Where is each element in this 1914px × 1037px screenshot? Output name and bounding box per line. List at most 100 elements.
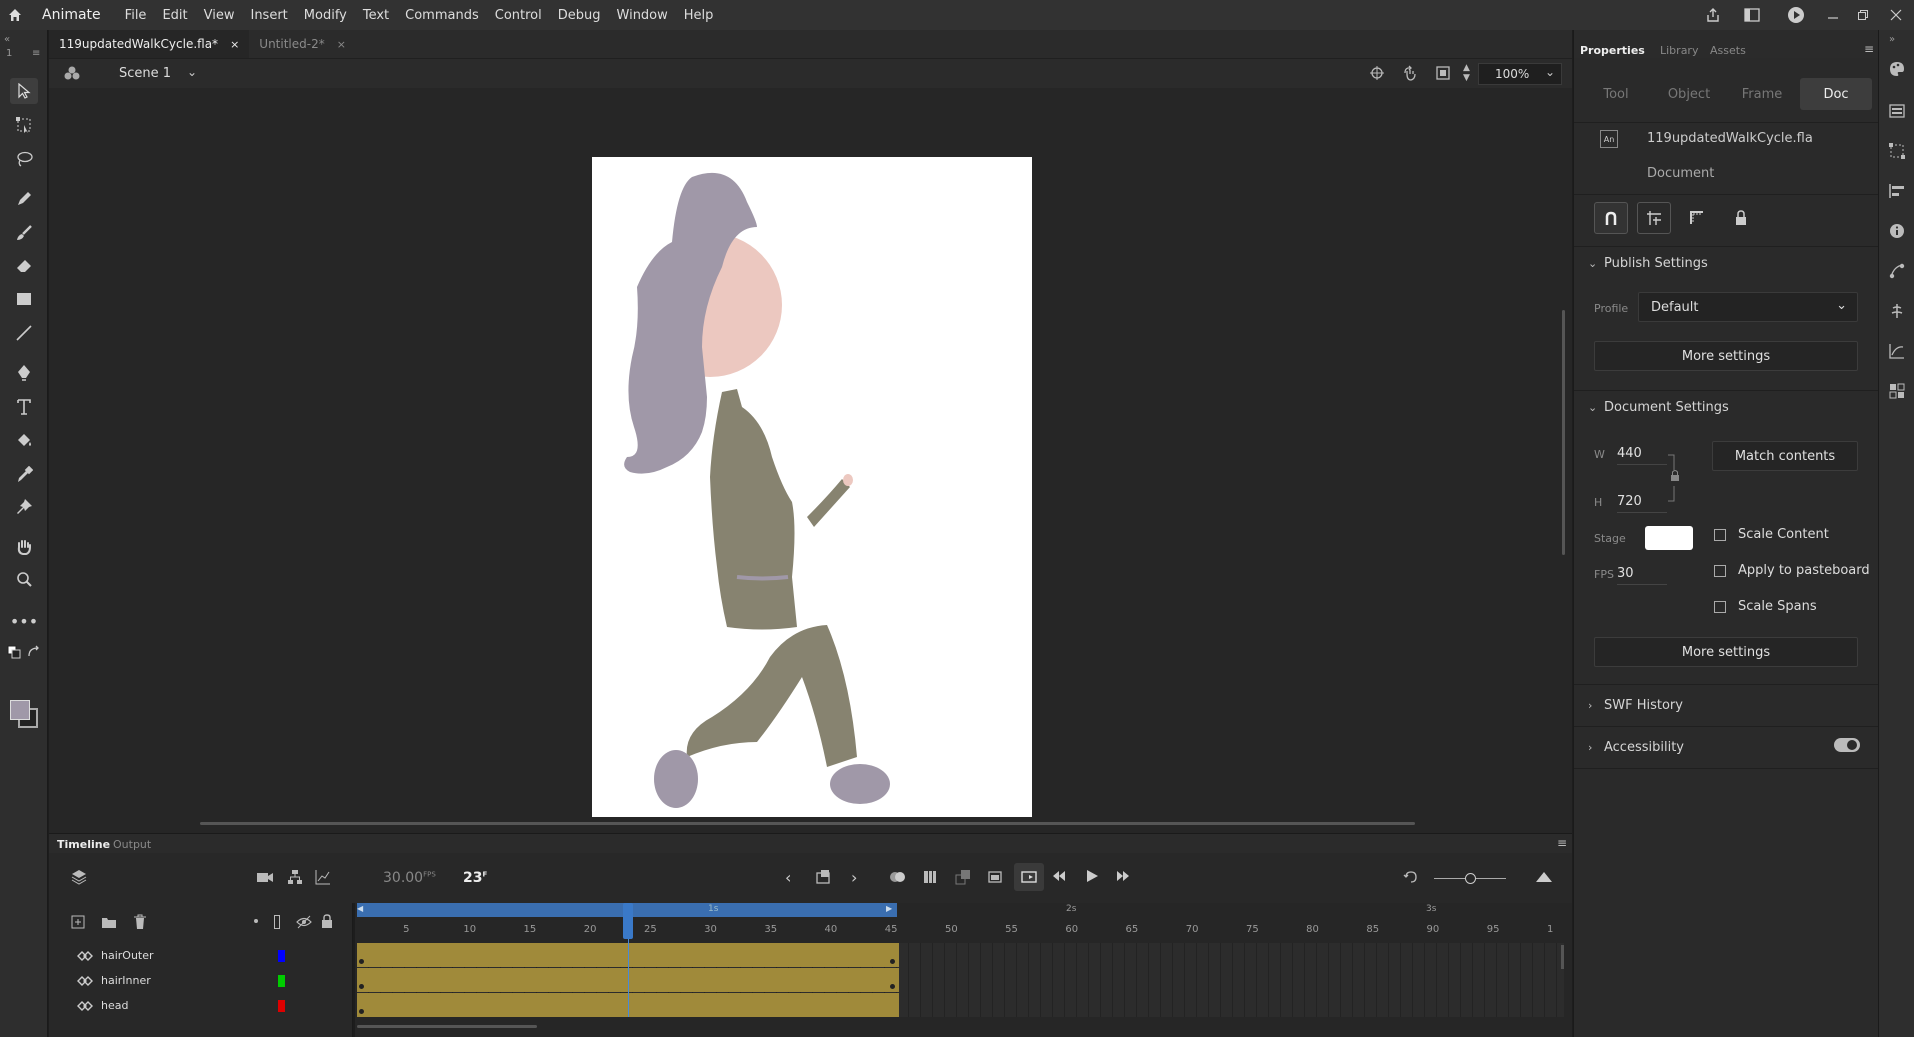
menu-text[interactable]: Text: [355, 8, 397, 23]
layer-color-swatch[interactable]: [278, 999, 285, 1012]
tab-properties[interactable]: Properties: [1580, 44, 1645, 57]
motion-presets-icon[interactable]: [1888, 262, 1906, 280]
current-frame-display[interactable]: 23F: [463, 870, 487, 886]
lasso-tool-icon[interactable]: [10, 146, 38, 172]
step-back-icon[interactable]: [1051, 869, 1067, 883]
workspace-icon[interactable]: [1730, 8, 1774, 22]
walk-cycle-character[interactable]: [592, 157, 1032, 817]
library-panel-icon[interactable]: [1888, 102, 1906, 120]
align-panel-icon[interactable]: [1888, 182, 1906, 200]
range-end-marker-icon[interactable]: ▶: [886, 904, 892, 913]
swf-history-header[interactable]: › SWF History: [1588, 698, 1683, 713]
text-tool-icon[interactable]: [10, 394, 38, 420]
close-tab-icon[interactable]: ×: [337, 38, 346, 51]
checkbox-box[interactable]: [1714, 564, 1726, 577]
tab-output[interactable]: Output: [113, 838, 151, 851]
test-movie-icon[interactable]: [1774, 6, 1818, 24]
prev-keyframe-icon[interactable]: ‹: [785, 868, 791, 887]
match-contents-button[interactable]: Match contents: [1712, 441, 1858, 471]
pencil-tool-icon[interactable]: [10, 186, 38, 212]
eyedropper-tool-icon[interactable]: [10, 462, 38, 488]
visibility-toggle-icon[interactable]: [296, 915, 312, 929]
clip-content-icon[interactable]: [1435, 65, 1451, 81]
menu-edit[interactable]: Edit: [154, 8, 195, 23]
checkbox-box[interactable]: [1714, 528, 1726, 541]
zoom-dropdown-chevron-icon[interactable]: ⌄: [1545, 65, 1555, 79]
center-stage-icon[interactable]: [1369, 65, 1385, 81]
color-panel-icon[interactable]: [1888, 60, 1906, 78]
publish-more-settings-button[interactable]: More settings: [1594, 341, 1858, 371]
swap-colors-icon[interactable]: [26, 644, 42, 660]
rulers-icon[interactable]: [1680, 202, 1714, 234]
pen-tool-icon[interactable]: [10, 360, 38, 386]
layer-row-hairinner[interactable]: hairInner: [49, 968, 353, 993]
share-icon[interactable]: [1696, 7, 1730, 23]
profile-select[interactable]: Default ⌄: [1638, 292, 1858, 322]
menu-window[interactable]: Window: [609, 8, 676, 23]
zoom-stepper[interactable]: ▲ ▼: [1463, 63, 1470, 83]
insert-keyframe-icon[interactable]: [815, 869, 831, 885]
new-layer-icon[interactable]: [71, 915, 85, 929]
rectangle-tool-icon[interactable]: [10, 286, 38, 312]
link-dimensions-icon[interactable]: [1668, 454, 1680, 502]
components-panel-icon[interactable]: [1888, 382, 1906, 400]
scale-content-checkbox[interactable]: Scale Content: [1714, 527, 1829, 542]
convert-symbol-icon[interactable]: [987, 869, 1003, 885]
menu-help[interactable]: Help: [676, 8, 722, 23]
panel-menu-icon[interactable]: ≡: [1864, 42, 1874, 56]
subtab-doc[interactable]: Doc: [1800, 78, 1872, 110]
scale-spans-checkbox[interactable]: Scale Spans: [1714, 599, 1817, 614]
timeline-menu-icon[interactable]: ≡: [1557, 836, 1567, 850]
menu-insert[interactable]: Insert: [242, 8, 295, 23]
loop-toggle-icon[interactable]: [1014, 863, 1044, 891]
timeline-frames[interactable]: ◀ ▶ 1s 2s 3s 5 10 15 20 25 30 35 40 45 5…: [355, 903, 1572, 1037]
stage-vertical-scrollbar[interactable]: [1562, 310, 1565, 555]
expand-panels-icon[interactable]: »: [1889, 34, 1895, 45]
paint-bucket-tool-icon[interactable]: [10, 428, 38, 454]
menu-file[interactable]: File: [117, 8, 155, 23]
layer-row-hairouter[interactable]: hairOuter: [49, 943, 353, 968]
layer-color-swatch[interactable]: [278, 974, 285, 987]
timeline-horizontal-scrollbar[interactable]: [357, 1025, 537, 1028]
pin-tool-icon[interactable]: [10, 494, 38, 520]
menu-view[interactable]: View: [196, 8, 243, 23]
subtab-object[interactable]: Object: [1653, 78, 1725, 110]
scene-name[interactable]: Scene 1: [119, 66, 171, 81]
edit-multiple-frames-icon[interactable]: [922, 869, 938, 885]
rotate-stage-icon[interactable]: [1402, 65, 1418, 81]
keyframe-dot[interactable]: [890, 959, 895, 964]
close-tab-icon[interactable]: ×: [230, 38, 239, 51]
publish-settings-header[interactable]: ⌄ Publish Settings: [1588, 256, 1708, 271]
eraser-tool-icon[interactable]: [10, 252, 38, 278]
hand-tool-icon[interactable]: [10, 534, 38, 560]
minimize-icon[interactable]: [1818, 9, 1848, 21]
new-folder-icon[interactable]: [101, 915, 117, 929]
step-forward-icon[interactable]: [1115, 869, 1131, 883]
delete-layer-icon[interactable]: [133, 914, 147, 930]
restore-icon[interactable]: [1848, 9, 1878, 21]
paint-brush-tool-icon[interactable]: [10, 220, 38, 246]
checkbox-box[interactable]: [1714, 600, 1726, 613]
keyframe-dot[interactable]: [359, 1009, 364, 1014]
timeline-zoom-handle[interactable]: [1465, 873, 1476, 884]
keyframe-dot[interactable]: [359, 959, 364, 964]
height-input[interactable]: 720: [1617, 494, 1667, 513]
more-tools-icon[interactable]: •••: [10, 608, 38, 634]
playhead[interactable]: [622, 903, 633, 939]
collapse-toolbar-icon[interactable]: «: [4, 34, 10, 45]
tab-timeline[interactable]: Timeline: [57, 838, 110, 851]
parenting-view-icon[interactable]: [287, 869, 303, 885]
tab-assets[interactable]: Assets: [1710, 44, 1746, 57]
motion-editor-icon[interactable]: [1888, 342, 1906, 360]
snap-magnet-icon[interactable]: [1594, 202, 1628, 234]
edit-symbols-icon[interactable]: [63, 65, 81, 81]
onion-skin-icon[interactable]: [889, 870, 907, 884]
reset-timeline-scale-icon[interactable]: [1403, 869, 1419, 885]
menu-control[interactable]: Control: [487, 8, 550, 23]
document-settings-header[interactable]: ⌄ Document Settings: [1588, 400, 1729, 415]
outline-toggle-icon[interactable]: [274, 915, 280, 929]
accessibility-header[interactable]: › Accessibility: [1588, 740, 1684, 755]
zoom-tool-icon[interactable]: [10, 566, 38, 592]
fps-input[interactable]: 30: [1617, 566, 1667, 585]
close-window-icon[interactable]: [1878, 9, 1914, 21]
